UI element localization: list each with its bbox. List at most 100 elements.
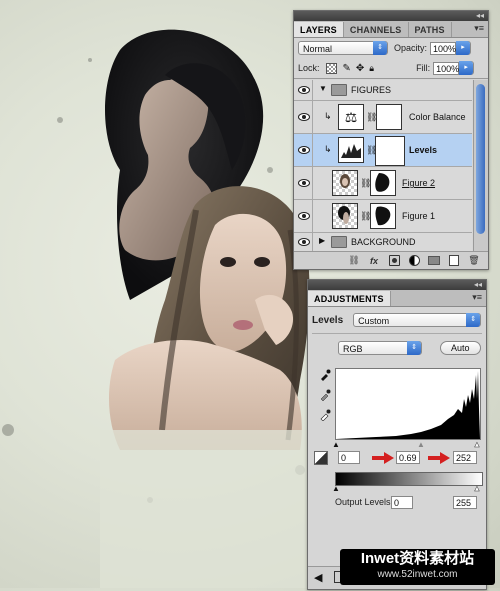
white-point-handle-icon[interactable]: ▲ (473, 440, 481, 450)
fx-icon[interactable]: fx (368, 255, 380, 266)
watermark-badge: Inwet资料素材站 www.52inwet.com (340, 549, 495, 585)
layer-name: Figure 2 (402, 178, 436, 188)
layer-name: BACKGROUND (351, 237, 416, 247)
add-mask-icon[interactable] (388, 255, 400, 266)
opacity-slider-button[interactable]: ▸ (456, 41, 472, 55)
black-point-handle-icon[interactable]: ▲ (332, 440, 340, 449)
adjustment-layer-icon[interactable] (408, 255, 420, 266)
layer-name: Levels (409, 145, 438, 155)
tab-channels[interactable]: CHANNELS (344, 22, 409, 37)
fill-slider-button[interactable]: ▸ (459, 61, 475, 75)
clipping-warning-icon[interactable] (314, 451, 328, 465)
clip-arrow-icon: ↳ (324, 111, 332, 121)
layer-row-color-balance[interactable]: ↳ ⚖ ⛓ Color Balance (294, 101, 472, 134)
lock-brush-icon[interactable]: ✎ (343, 63, 351, 74)
auto-button[interactable]: Auto (440, 341, 481, 355)
opacity-label: Opacity: (394, 43, 428, 53)
blend-mode-value: Normal (303, 44, 333, 54)
visibility-eye-icon[interactable] (296, 80, 313, 100)
tab-layers[interactable]: LAYERS (294, 22, 344, 37)
fill-label: Fill: (416, 63, 431, 73)
output-white-handle-icon[interactable]: ▲ (473, 484, 481, 494)
layers-tab-bar: LAYERS CHANNELS PATHS ▾≡ (294, 21, 488, 38)
adjustments-tab-bar: ADJUSTMENTS ▾≡ (308, 290, 486, 307)
adjustments-panel: ◂◂ ADJUSTMENTS ▾≡ Levels Custom ⇕ RGB ⇕ … (307, 279, 487, 590)
layer-mask-thumb[interactable] (370, 170, 396, 196)
gray-eyedropper-icon[interactable] (318, 388, 332, 402)
output-sliders[interactable]: ▲ ▲ (332, 484, 481, 494)
midtone-handle-icon[interactable]: ▲ (417, 440, 425, 449)
clip-arrow-icon: ↳ (324, 144, 332, 154)
preset-row: Levels Custom ⇕ (308, 307, 486, 333)
trash-icon[interactable]: 🗑︎ (468, 255, 480, 266)
collapse-icon[interactable]: ◂◂ (476, 12, 484, 20)
layer-thumb (332, 170, 358, 196)
visibility-eye-icon[interactable] (296, 233, 313, 251)
artwork-canvas[interactable] (0, 0, 310, 588)
layer-row-figures[interactable]: ▼ FIGURES (294, 80, 472, 101)
panel-titlebar[interactable]: ◂◂ (308, 280, 486, 290)
white-eyedropper-icon[interactable] (318, 408, 332, 422)
layer-thumb (332, 203, 358, 229)
input-black-field[interactable]: 0 (338, 451, 360, 464)
opacity-field[interactable]: 100% (430, 41, 456, 55)
tab-paths[interactable]: PATHS (409, 22, 452, 37)
link-layers-icon[interactable]: ⛓ (348, 255, 360, 266)
panel-menu-icon[interactable]: ▾≡ (474, 23, 484, 34)
layer-mask-thumb[interactable] (376, 104, 402, 130)
preset-select[interactable]: Custom ⇕ (353, 313, 482, 327)
lock-transparent-icon[interactable] (325, 62, 337, 74)
black-eyedropper-icon[interactable] (318, 368, 332, 382)
folder-icon (331, 236, 347, 248)
levels-histogram (335, 368, 481, 440)
scrollbar-thumb[interactable] (476, 84, 485, 234)
output-black-field[interactable]: 0 (391, 496, 413, 509)
layer-row-figure-1[interactable]: ⛓ Figure 1 (294, 200, 472, 233)
output-levels-label: Output Levels: (335, 497, 394, 507)
layer-name: Figure 1 (402, 211, 436, 221)
new-group-icon[interactable] (428, 255, 440, 266)
folder-icon (331, 84, 347, 96)
panel-menu-icon[interactable]: ▾≡ (472, 292, 482, 303)
new-layer-icon[interactable] (448, 255, 460, 266)
levels-adjustment-icon (338, 137, 364, 163)
watermark-brand: Inwet资料素材站 (360, 550, 475, 567)
select-arrow-icon: ⇕ (407, 341, 421, 355)
preset-value: Custom (358, 316, 390, 326)
panel-titlebar[interactable]: ◂◂ (294, 11, 488, 21)
watermark-url: www.52inwet.com (377, 569, 458, 580)
layer-row-background[interactable]: ▶ BACKGROUND (294, 233, 472, 251)
group-collapse-icon[interactable]: ▶ (319, 236, 325, 245)
layer-mask-thumb[interactable] (375, 136, 405, 166)
layers-bottom-toolbar: ⛓ fx 🗑︎ (294, 251, 488, 269)
output-white-field[interactable]: 255 (453, 496, 477, 509)
fill-field[interactable]: 100% (433, 61, 459, 75)
layer-row-levels[interactable]: ↳ ⛓ Levels (294, 134, 472, 167)
tab-adjustments[interactable]: ADJUSTMENTS (308, 291, 391, 306)
visibility-eye-icon[interactable] (296, 200, 313, 232)
input-sliders[interactable]: ▲ ▲ ▲ (332, 440, 481, 450)
visibility-eye-icon[interactable] (296, 167, 313, 199)
select-arrow-icon: ⇕ (466, 313, 481, 327)
layers-scrollbar[interactable] (473, 80, 488, 251)
slider-arrow-icon: ▸ (459, 61, 474, 75)
input-white-field[interactable]: 252 (453, 451, 477, 464)
collapse-icon[interactable]: ◂◂ (474, 281, 482, 289)
back-arrow-icon[interactable]: ◀ (314, 571, 322, 584)
visibility-eye-icon[interactable] (296, 101, 313, 133)
layers-list: ▼ FIGURES ↳ ⚖ ⛓ Color Balance ↳ ⛓ Levels (294, 80, 488, 251)
channel-select[interactable]: RGB ⇕ (338, 341, 422, 355)
lock-all-icon[interactable]: 🔒︎ (369, 63, 374, 74)
visibility-eye-icon[interactable] (296, 134, 313, 166)
layer-mask-thumb[interactable] (370, 203, 396, 229)
output-black-handle-icon[interactable]: ▲ (332, 484, 340, 493)
group-expand-icon[interactable]: ▼ (319, 84, 327, 93)
blend-mode-select[interactable]: Normal ⇕ (298, 41, 388, 55)
select-arrow-icon: ⇕ (373, 41, 387, 55)
input-mid-field[interactable]: 0.69 (396, 451, 420, 464)
divider (312, 333, 482, 334)
layer-name: Color Balance (409, 112, 466, 122)
layers-panel: ◂◂ LAYERS CHANNELS PATHS ▾≡ Normal ⇕ Opa… (293, 10, 489, 270)
lock-move-icon[interactable]: ✥ (356, 63, 364, 74)
layer-row-figure-2[interactable]: ⛓ Figure 2 (294, 167, 472, 200)
